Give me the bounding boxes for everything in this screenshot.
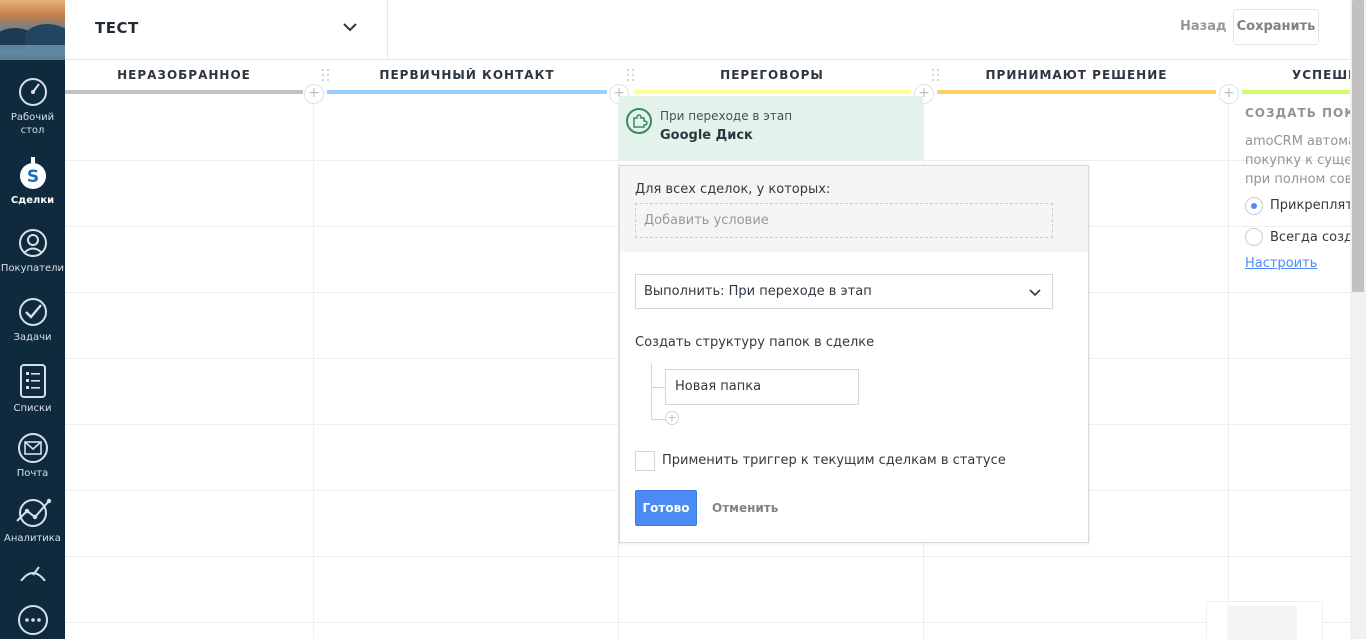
success-stage-panel: СОЗДАТЬ ПОКУ amoCRM автома покупку к сущ… [1229, 96, 1350, 296]
drag-handle-icon[interactable] [932, 69, 940, 81]
row-divider [65, 160, 1350, 161]
column-title: ПЕРЕГОВОРЫ [720, 68, 824, 82]
sidebar-item-deals[interactable]: S Сделки [0, 157, 65, 207]
chat-button[interactable] [0, 604, 65, 636]
vertical-scrollbar[interactable] [1350, 0, 1366, 639]
column-divider [313, 96, 314, 639]
column-header-deciding: ПРИНИМАЮТ РЕШЕНИЕ [937, 60, 1216, 96]
attach-radio[interactable] [1245, 197, 1263, 215]
sidebar-item-settings[interactable] [0, 563, 65, 581]
analytics-icon [15, 498, 51, 527]
cancel-button[interactable]: Отменить [712, 501, 778, 515]
tree-line [651, 387, 665, 388]
left-sidebar: Рабочий стол S Сделки Покупатели Задачи [0, 0, 65, 639]
column-color-bar [327, 90, 607, 94]
column-header-first-contact: ПЕРВИЧНЫЙ КОНТАКТ [327, 60, 607, 96]
drag-handle-icon[interactable] [627, 69, 635, 81]
apply-to-current-label[interactable]: Применить триггер к текущим сделкам в ст… [662, 453, 1006, 468]
always-create-radio-label[interactable]: Всегда созда [1270, 230, 1350, 245]
sidebar-item-label: Сделки [10, 195, 55, 206]
column-title: ПЕРВИЧНЫЙ КОНТАКТ [379, 68, 555, 82]
attach-radio-label[interactable]: Прикреплят [1270, 198, 1350, 213]
sidebar-item-tasks[interactable]: Задачи [0, 296, 65, 344]
condition-label: Для всех сделок, у которых: [635, 182, 831, 197]
execute-select[interactable]: Выполнить: При переходе в этап [635, 274, 1053, 309]
tree-line [651, 363, 652, 419]
row-divider [65, 622, 1350, 623]
tasks-icon [18, 298, 47, 326]
trigger-settings-popup: Для всех сделок, у которых: Добавить усл… [619, 165, 1089, 543]
puzzle-icon [626, 108, 652, 134]
panel-title: СОЗДАТЬ ПОКУ [1245, 106, 1350, 120]
corner-widget[interactable] [1206, 601, 1323, 640]
save-button[interactable]: Сохранить [1233, 9, 1319, 45]
trigger-condition: При переходе в этап [660, 109, 793, 123]
apply-to-current-checkbox[interactable] [635, 451, 655, 471]
description-line: покупку к сущес [1245, 153, 1350, 168]
account-logo[interactable] [0, 0, 65, 60]
trigger-name: Google Диск [660, 128, 753, 143]
scrollbar-thumb[interactable] [1352, 0, 1364, 292]
column-title: УСПЕШН [1292, 68, 1350, 82]
add-condition-field[interactable]: Добавить условие [635, 203, 1053, 238]
folder-name-input[interactable]: Новая папка [665, 369, 859, 405]
dashboard-icon [18, 78, 47, 106]
sidebar-item-customers[interactable]: Покупатели [0, 227, 65, 275]
always-create-radio[interactable] [1245, 228, 1263, 246]
tree-line [651, 419, 665, 420]
sidebar-item-label: Задачи [13, 332, 52, 343]
folder-structure-label: Создать структуру папок в сделке [635, 335, 875, 350]
trigger-card[interactable]: При переходе в этап Google Диск [619, 96, 923, 160]
chevron-down-icon [1029, 289, 1041, 297]
sidebar-item-mail[interactable]: Почта [0, 432, 65, 480]
execute-select-value: Выполнить: При переходе в этап [644, 284, 872, 299]
row-divider [65, 556, 1350, 557]
svg-text:S: S [26, 167, 38, 187]
sidebar-item-label: Рабочий стол [10, 112, 55, 136]
pipeline-title: ТЕСТ [95, 19, 139, 37]
description-line: amoCRM автома [1245, 134, 1350, 149]
back-button[interactable]: Назад [1180, 19, 1226, 34]
sidebar-item-analytics[interactable]: Аналитика [0, 497, 65, 545]
panel-description: amoCRM автома покупку к сущес при полном… [1245, 132, 1350, 189]
sidebar-item-label: Списки [13, 403, 52, 414]
sidebar-item-label: Покупатели [0, 263, 65, 274]
deals-icon: S [19, 157, 46, 189]
column-color-bar [65, 90, 303, 94]
column-title: ПРИНИМАЮТ РЕШЕНИЕ [985, 68, 1168, 82]
column-header-success: УСПЕШН [1242, 60, 1350, 96]
top-bar: ТЕСТ Назад Сохранить [65, 0, 1366, 60]
column-header-unsorted: НЕРАЗОБРАННОЕ [65, 60, 303, 96]
customers-icon [18, 229, 47, 257]
settings-icon [19, 566, 46, 581]
column-color-bar [633, 90, 911, 94]
sidebar-item-label: Почта [16, 468, 49, 479]
column-header-negotiations: ПЕРЕГОВОРЫ [633, 60, 911, 96]
column-color-bar [1242, 90, 1350, 94]
sidebar-item-dashboard[interactable]: Рабочий стол [0, 76, 65, 137]
chat-icon [17, 605, 48, 635]
sidebar-item-lists[interactable]: Списки [0, 363, 65, 415]
column-color-bar [937, 90, 1216, 94]
condition-section: Для всех сделок, у которых: Добавить усл… [620, 166, 1088, 252]
add-stage-button[interactable]: + [304, 84, 324, 104]
chevron-down-icon[interactable] [341, 18, 359, 36]
widget-placeholder [1227, 606, 1297, 640]
drag-handle-icon[interactable] [322, 69, 330, 81]
description-line: при полном сов [1245, 172, 1350, 187]
done-button[interactable]: Готово [635, 490, 697, 526]
mail-icon [17, 433, 48, 463]
pipeline-selector[interactable]: ТЕСТ [65, 0, 388, 59]
lists-icon [19, 364, 46, 398]
configure-link[interactable]: Настроить [1245, 256, 1317, 271]
sidebar-item-label: Аналитика [4, 533, 61, 544]
column-title: НЕРАЗОБРАННОЕ [117, 68, 251, 82]
add-folder-button[interactable]: + [665, 411, 679, 425]
